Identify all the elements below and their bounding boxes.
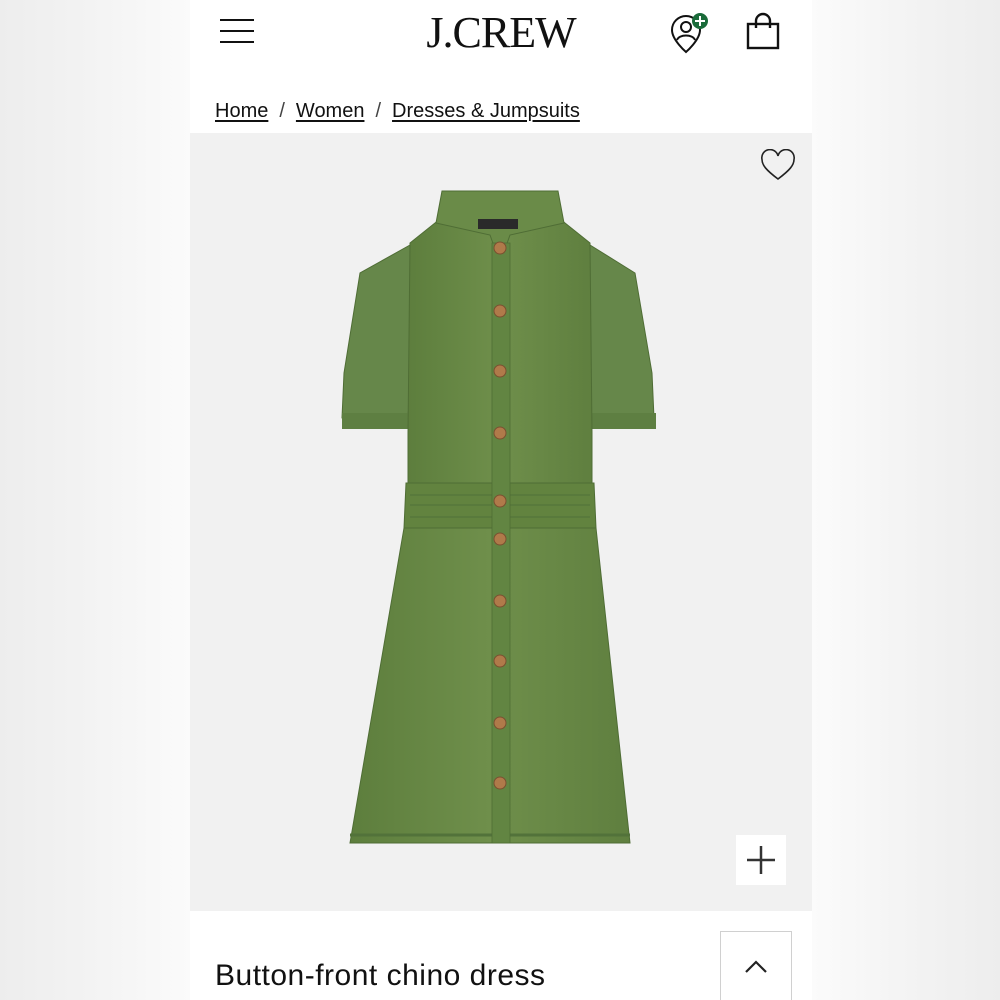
- breadcrumb-dresses-jumpsuits[interactable]: Dresses & Jumpsuits: [392, 100, 580, 123]
- breadcrumb-women[interactable]: Women: [296, 100, 365, 123]
- wishlist-button[interactable]: [758, 148, 798, 183]
- menu-button[interactable]: [218, 14, 258, 46]
- hamburger-line: [220, 41, 254, 43]
- product-image-gallery[interactable]: [190, 133, 812, 911]
- shopping-bag-icon: [746, 12, 780, 50]
- breadcrumb-separator: /: [279, 99, 285, 122]
- product-info-panel: Button-front chino dress: [190, 911, 812, 1000]
- account-location-icon: [670, 13, 708, 54]
- breadcrumb-home[interactable]: Home: [215, 100, 268, 123]
- mobile-page: J.CREW Home / Women / Dresses & Jumpsuit…: [190, 0, 812, 1000]
- account-button[interactable]: [666, 10, 714, 56]
- heart-outline-icon: [761, 148, 795, 181]
- shopping-bag-button[interactable]: [742, 12, 784, 54]
- breadcrumb-separator: /: [375, 99, 382, 122]
- site-header: J.CREW: [190, 0, 812, 70]
- left-backdrop: [0, 0, 190, 1000]
- collapse-button[interactable]: [720, 931, 792, 1000]
- hamburger-line: [220, 30, 254, 32]
- right-backdrop: [812, 0, 1000, 1000]
- breadcrumb: Home / Women / Dresses & Jumpsuits: [215, 96, 580, 126]
- brand-logo[interactable]: J.CREW: [406, 8, 596, 58]
- plus-icon: [747, 846, 775, 874]
- product-title: Button-front chino dress: [215, 959, 546, 992]
- product-image-dress: [341, 190, 656, 844]
- zoom-button[interactable]: [736, 835, 786, 885]
- chevron-up-icon: [745, 960, 767, 973]
- hamburger-menu-icon: [220, 19, 254, 21]
